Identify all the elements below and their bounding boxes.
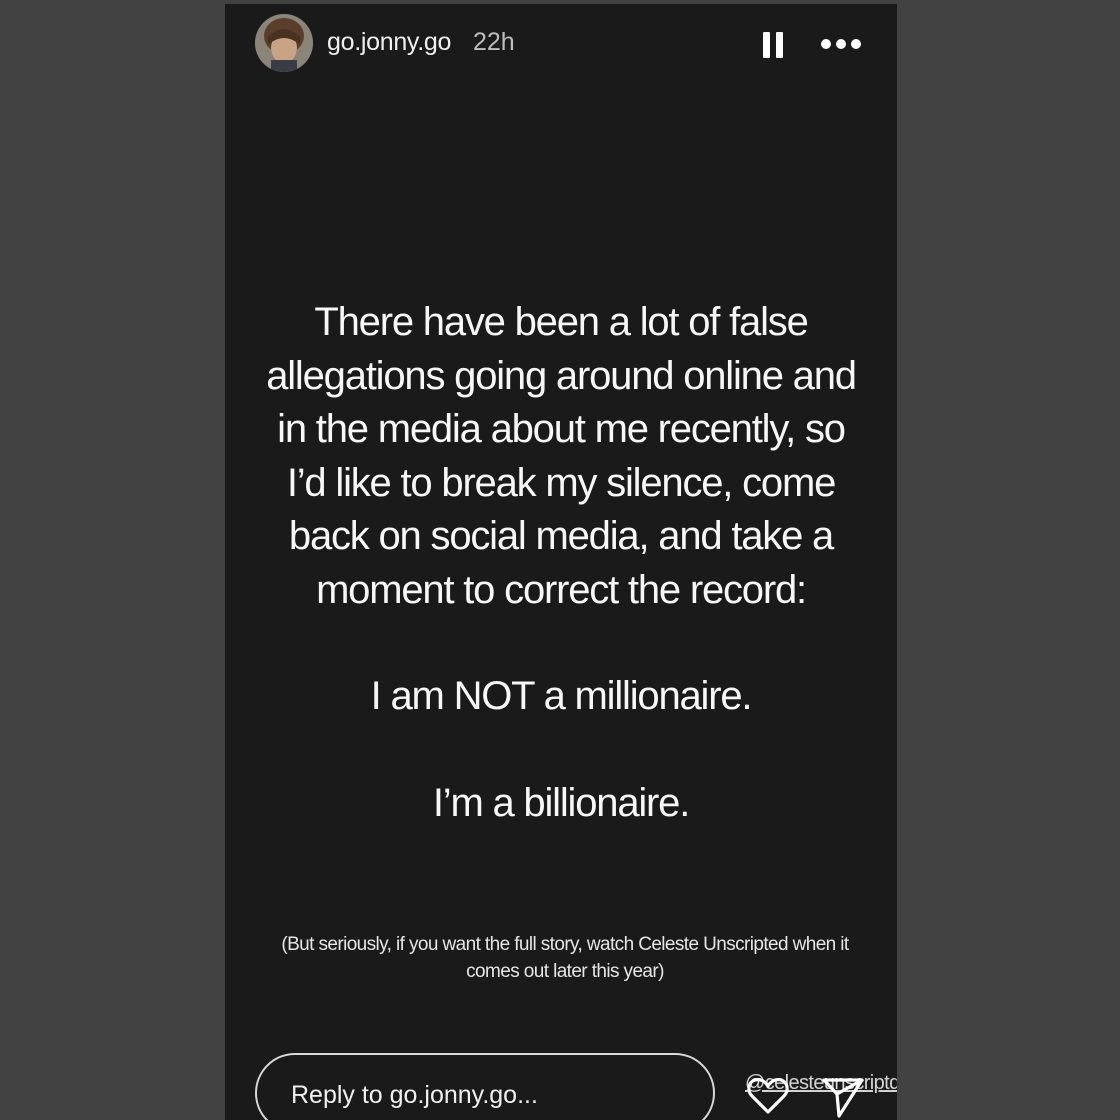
story-paragraph-3: I’m a billionaire. [432, 780, 690, 825]
username[interactable]: go.jonny.go [327, 28, 451, 57]
avatar[interactable] [255, 14, 313, 72]
story-paragraph-2: I am NOT a millionaire. [370, 674, 753, 718]
story-text: There have been a lot of false allegatio… [253, 296, 869, 830]
screenshot-stage: go.jonny.go 22h There have been a lot of… [0, 0, 1120, 1120]
send-icon [822, 1078, 864, 1118]
reply-input[interactable]: Reply to go.jonny.go... [255, 1053, 715, 1120]
pause-button[interactable] [761, 30, 785, 60]
story-timestamp: 22h [473, 28, 515, 56]
story-paragraph-1: There have been a lot of false allegatio… [266, 300, 857, 612]
like-button[interactable] [745, 1072, 791, 1118]
story-footnote: (But seriously, if you want the full sto… [281, 934, 849, 982]
heart-icon [747, 1078, 789, 1114]
more-options-button[interactable] [819, 33, 863, 55]
story-viewer: go.jonny.go 22h There have been a lot of… [225, 4, 897, 1120]
profile-photo-icon [255, 14, 313, 72]
send-button[interactable] [821, 1070, 865, 1120]
story-header: go.jonny.go 22h [225, 4, 897, 84]
